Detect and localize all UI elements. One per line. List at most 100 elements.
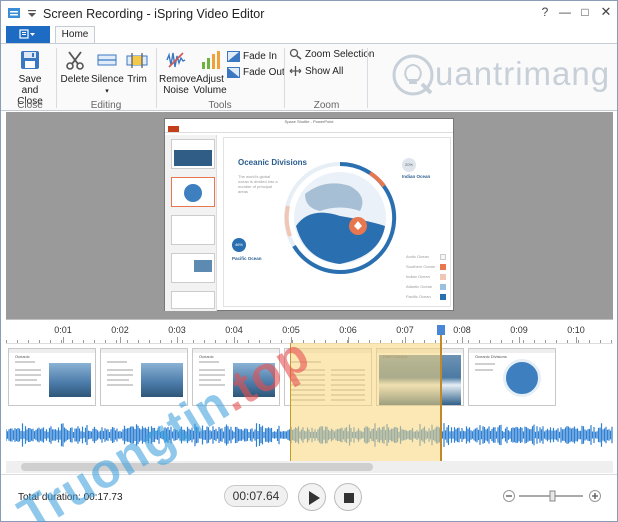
slide-thumbnail [171,253,215,283]
slide-thumbnail [171,139,215,169]
zoom-selection-label: Zoom Selection [305,49,375,60]
tick-label: 0:09 [510,325,528,335]
show-all-icon [289,66,302,77]
delete-label: Delete [60,74,90,85]
ribbon-tabs: Home [1,26,617,44]
legend-item: Arctic Ocean [406,254,446,264]
powerpoint-file-tab [168,126,179,132]
pacific-ocean-label: Pacific Ocean [232,256,262,261]
zoom-slider[interactable] [503,488,603,504]
zoom-selection-icon [289,49,302,60]
trim-button[interactable]: Trim [123,49,151,85]
slide-body-text: The world's global ocean is divided into… [238,174,278,194]
title-bar: Screen Recording - iSpring Video Editor … [1,1,617,26]
group-label-tools: Tools [208,100,232,111]
quantrimang-watermark-logo: uantrimang [389,47,609,107]
adjust-volume-button[interactable]: Adjust Volume [193,49,227,96]
pacific-pct-badge: 46% [232,238,246,252]
tick-label: 0:07 [396,325,414,335]
remove-noise-label-line1: Remove [159,74,197,85]
close-window-button[interactable]: ✕ [597,4,615,20]
tick-label: 0:03 [168,325,186,335]
fade-in-label: Fade In [243,51,277,62]
frame-title: Oceanic [199,354,214,359]
group-label-close: Close [17,100,43,111]
preview-powerpoint-window: Space Shuttle - PowerPoint Oceanic Divis… [164,118,454,311]
slide-thumbnail [171,215,215,245]
slide-thumbnail-selected [171,177,215,207]
app-icon [8,8,20,18]
ribbon-separator [156,48,157,108]
menu-icon [19,29,35,39]
legend-item: Southern Ocean [406,264,446,274]
app-window: Screen Recording - iSpring Video Editor … [0,0,618,522]
minimize-button[interactable]: — [556,4,574,20]
maximize-button[interactable]: □ [576,4,594,20]
show-all-label: Show All [305,66,344,77]
legend-item: Indian Ocean [406,274,446,284]
trim-icon [126,53,148,68]
remove-noise-button[interactable]: Remove Noise [159,49,197,96]
fade-out-icon [227,66,240,78]
tab-home[interactable]: Home [55,26,95,44]
video-frame-thumbnail[interactable]: Oceanic Divisions [468,348,556,406]
zoom-selection-button[interactable]: Zoom Selection [289,48,374,62]
adjust-volume-label-line2: Volume [193,85,227,96]
slide-legend: Arctic Ocean Southern Ocean Indian Ocean… [406,254,446,304]
indian-ocean-label: Indian Ocean [402,174,431,179]
play-button[interactable] [298,483,326,511]
legend-item: Pacific Ocean [406,294,446,304]
globe-ring-chart [284,161,397,274]
fade-out-label: Fade Out [243,67,285,78]
adjust-volume-label-line1: Adjust [196,74,224,85]
powerpoint-thumbnail-pane [165,135,217,311]
help-icon[interactable]: ? [536,4,554,20]
fade-in-button[interactable]: Fade In [227,50,277,64]
show-all-button[interactable]: Show All [289,65,343,79]
remove-noise-icon [166,52,186,68]
indian-pct-badge: 20% [402,158,416,172]
save-and-close-button[interactable]: Save and Close [9,49,51,107]
playhead-handle[interactable] [437,325,445,335]
lightbulb-logo-icon [392,54,434,96]
tick-label: 0:10 [567,325,585,335]
fade-out-button[interactable]: Fade Out [227,66,285,80]
selected-region[interactable] [290,343,441,461]
remove-noise-label-line2: Noise [163,85,189,96]
file-menu-button[interactable] [6,26,50,43]
frame-title: Oceanic [15,354,30,359]
playhead-line [440,335,442,461]
fade-in-icon [227,50,240,62]
current-time-display: 00:07.64 [224,485,288,507]
trim-label: Trim [127,74,147,85]
save-close-label-line1: Save and [18,74,42,96]
play-icon [309,491,320,505]
timeline-ruler[interactable]: 0:01 0:02 0:03 0:04 0:05 0:06 0:07 0:08 0:09 0:10 [6,319,613,343]
ribbon-separator [56,48,57,108]
save-icon [21,51,39,69]
tick-label: 0:04 [225,325,243,335]
volume-bars-icon [202,51,220,69]
silence-label: Silence [91,74,124,85]
video-frame-thumbnail[interactable]: Oceanic [8,348,96,406]
stop-button[interactable] [334,483,362,511]
slide-thumbnail [171,291,215,309]
powerpoint-ribbon [165,125,453,133]
frame-title: Oceanic Divisions [475,354,507,359]
zoom-slider-graphic [503,490,601,502]
window-title: Screen Recording - iSpring Video Editor [43,7,265,21]
delete-button[interactable]: Delete [60,49,90,85]
stop-icon [344,493,354,503]
group-label-editing: Editing [90,100,122,111]
quick-access-dropdown-icon[interactable] [25,6,39,20]
current-slide: Oceanic Divisions The world's global oce… [223,137,451,307]
tick-label: 0:06 [339,325,357,335]
scissors-icon [66,51,84,70]
tick-label: 0:08 [453,325,471,335]
ribbon-separator [367,48,368,108]
tick-label: 0:01 [54,325,72,335]
group-label-zoom: Zoom [313,100,340,111]
watermark-logo-text: uantrimang [435,55,611,92]
silence-button[interactable]: Silence ▾ [91,49,124,97]
legend-item: Atlantic Ocean [406,284,446,294]
